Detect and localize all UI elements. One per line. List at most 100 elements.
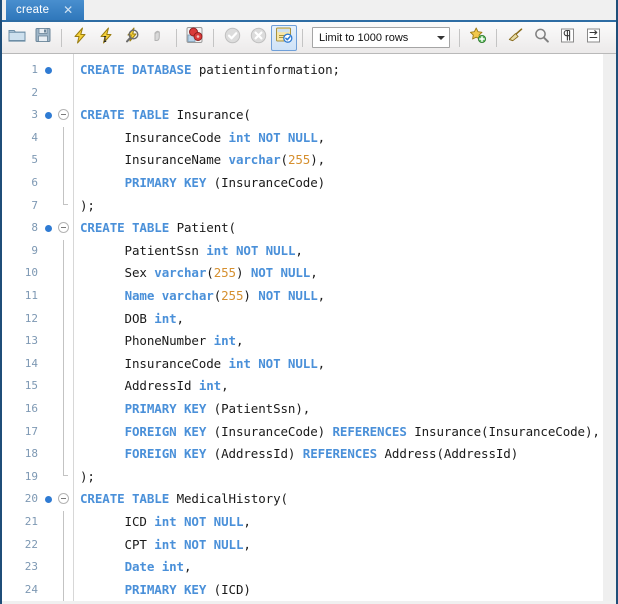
fold-guide-line bbox=[63, 465, 64, 475]
code-token: int bbox=[228, 355, 251, 371]
code-token: FOREIGN KEY bbox=[124, 423, 207, 439]
sql-editor-toolbar: Limit to 1000 rows bbox=[2, 22, 616, 54]
find-button[interactable] bbox=[528, 25, 554, 51]
code-line[interactable]: CREATE DATABASE patientinformation; bbox=[80, 59, 340, 82]
statement-marker-dot[interactable] bbox=[45, 496, 52, 504]
code-token: Name bbox=[124, 288, 155, 303]
execute-current-statement-button[interactable] bbox=[93, 25, 119, 51]
code-token: ( bbox=[213, 288, 222, 303]
code-folding-gutter[interactable] bbox=[56, 54, 74, 601]
code-line[interactable]: PhoneNumber int, bbox=[80, 330, 244, 353]
rollback-button[interactable] bbox=[245, 25, 271, 51]
fold-guide-line bbox=[63, 398, 64, 421]
code-line[interactable]: ); bbox=[80, 195, 95, 218]
toggle-invisible-chars-button[interactable] bbox=[554, 25, 580, 51]
sql-code-editor[interactable]: 1 2 3 4 5 6 7 8 9 10 11 12 13 14 15 16 17 18 19 20 21 22 23 24 … bbox=[2, 54, 616, 601]
commit-button[interactable] bbox=[219, 25, 245, 51]
code-line[interactable]: InsuranceCode int NOT NULL, bbox=[80, 127, 326, 150]
code-line[interactable]: InsuranceName varchar(255), bbox=[80, 149, 326, 172]
code-line[interactable]: InsuranceCode int NOT NULL, bbox=[80, 353, 326, 376]
code-token: CREATE bbox=[80, 491, 125, 507]
toggle-autocommit-button[interactable] bbox=[271, 24, 297, 51]
code-token: REFERENCES bbox=[302, 446, 378, 462]
code-text-area[interactable]: CREATE DATABASE patientinformation; CREAT… bbox=[74, 54, 602, 601]
toggle-stop-on-error-button[interactable] bbox=[182, 25, 208, 51]
code-token: ICD bbox=[80, 514, 155, 529]
code-line[interactable]: PRIMARY KEY (InsuranceCode) bbox=[80, 172, 326, 195]
code-token: CREATE bbox=[80, 107, 125, 123]
code-token: int bbox=[154, 310, 177, 326]
code-token: ; bbox=[332, 62, 341, 77]
fold-guide-line bbox=[63, 172, 64, 195]
stop-statement-button[interactable] bbox=[145, 25, 171, 51]
code-token: (ICD) bbox=[206, 581, 251, 597]
code-token: Date bbox=[124, 559, 155, 575]
fold-collapse-icon[interactable] bbox=[58, 222, 69, 234]
add-snippet-button[interactable] bbox=[465, 25, 491, 51]
code-token: (PatientSsn), bbox=[206, 401, 311, 416]
code-line[interactable]: FOREIGN KEY (InsuranceCode) REFERENCES I… bbox=[80, 421, 600, 444]
toggle-wrapping-button[interactable] bbox=[580, 25, 606, 51]
save-script-button[interactable] bbox=[30, 25, 56, 51]
code-token: int bbox=[154, 514, 177, 529]
code-line[interactable]: AddressId int, bbox=[80, 375, 229, 398]
breakpoint-marker-gutter[interactable] bbox=[42, 54, 56, 601]
row-limit-select[interactable]: Limit to 1000 rows bbox=[312, 27, 450, 48]
code-token: PatientSsn bbox=[80, 242, 207, 258]
line-number: 17 bbox=[24, 424, 38, 438]
autocommit-icon bbox=[275, 26, 293, 49]
code-token: 255 bbox=[221, 288, 244, 303]
code-token: , bbox=[317, 129, 326, 145]
code-line[interactable]: Name varchar(255) NOT NULL, bbox=[80, 285, 326, 308]
explain-statement-button[interactable] bbox=[119, 25, 145, 51]
chevron-down-icon[interactable] bbox=[433, 35, 449, 40]
code-line[interactable]: PRIMARY KEY (ICD) bbox=[80, 579, 251, 601]
statement-marker-dot[interactable] bbox=[45, 112, 52, 120]
code-token: CPT bbox=[80, 536, 155, 552]
open-sql-script-button[interactable] bbox=[4, 25, 30, 51]
pilcrow-icon bbox=[559, 27, 576, 49]
statement-marker-dot[interactable] bbox=[45, 67, 52, 74]
code-token: , bbox=[176, 310, 185, 326]
code-line[interactable]: PRIMARY KEY (PatientSsn), bbox=[80, 398, 311, 421]
fold-guide-line bbox=[63, 578, 64, 601]
fold-collapse-icon[interactable] bbox=[58, 109, 69, 121]
fold-end-marker bbox=[63, 474, 68, 476]
code-line[interactable]: ); bbox=[80, 466, 95, 489]
execute-statement-button[interactable] bbox=[67, 25, 93, 51]
code-token: InsuranceCode bbox=[80, 355, 229, 371]
code-line[interactable]: ICD int NOT NULL, bbox=[80, 511, 251, 534]
line-number: 13 bbox=[24, 334, 38, 348]
code-token: , bbox=[317, 355, 326, 371]
toolbar-separator bbox=[176, 28, 177, 47]
tab-create[interactable]: create ✕ bbox=[6, 0, 84, 20]
editor-marker-scrollbar[interactable] bbox=[602, 54, 616, 601]
code-token: int bbox=[154, 536, 177, 552]
fold-collapse-icon[interactable] bbox=[58, 493, 69, 505]
code-line[interactable]: DOB int, bbox=[80, 308, 185, 331]
beautify-sql-button[interactable] bbox=[502, 25, 528, 51]
code-token: CREATE bbox=[80, 62, 125, 77]
code-line[interactable]: CPT int NOT NULL, bbox=[80, 534, 251, 557]
close-icon[interactable]: ✕ bbox=[63, 4, 73, 16]
code-line[interactable]: CREATE TABLE MedicalHistory( bbox=[80, 488, 288, 511]
code-line[interactable]: Date int, bbox=[80, 556, 192, 579]
code-token: NOT NULL bbox=[250, 265, 311, 281]
line-number: 20 bbox=[24, 492, 38, 506]
code-token: DATABASE bbox=[132, 62, 192, 77]
code-line[interactable]: CREATE TABLE Insurance( bbox=[80, 104, 251, 127]
code-line[interactable]: Sex varchar(255) NOT NULL, bbox=[80, 262, 318, 285]
code-token: patientinformation bbox=[198, 62, 333, 77]
code-line[interactable]: FOREIGN KEY (AddressId) REFERENCES Addre… bbox=[80, 443, 519, 466]
code-line[interactable]: PatientSsn int NOT NULL, bbox=[80, 240, 303, 263]
statement-marker-dot[interactable] bbox=[45, 225, 52, 233]
sql-editor-window: create ✕ Limit to 1000 rows 1 2 3 4 5 6 … bbox=[0, 0, 618, 604]
code-line[interactable]: CREATE TABLE Patient( bbox=[80, 217, 236, 240]
code-token: PRIMARY KEY bbox=[124, 581, 207, 597]
